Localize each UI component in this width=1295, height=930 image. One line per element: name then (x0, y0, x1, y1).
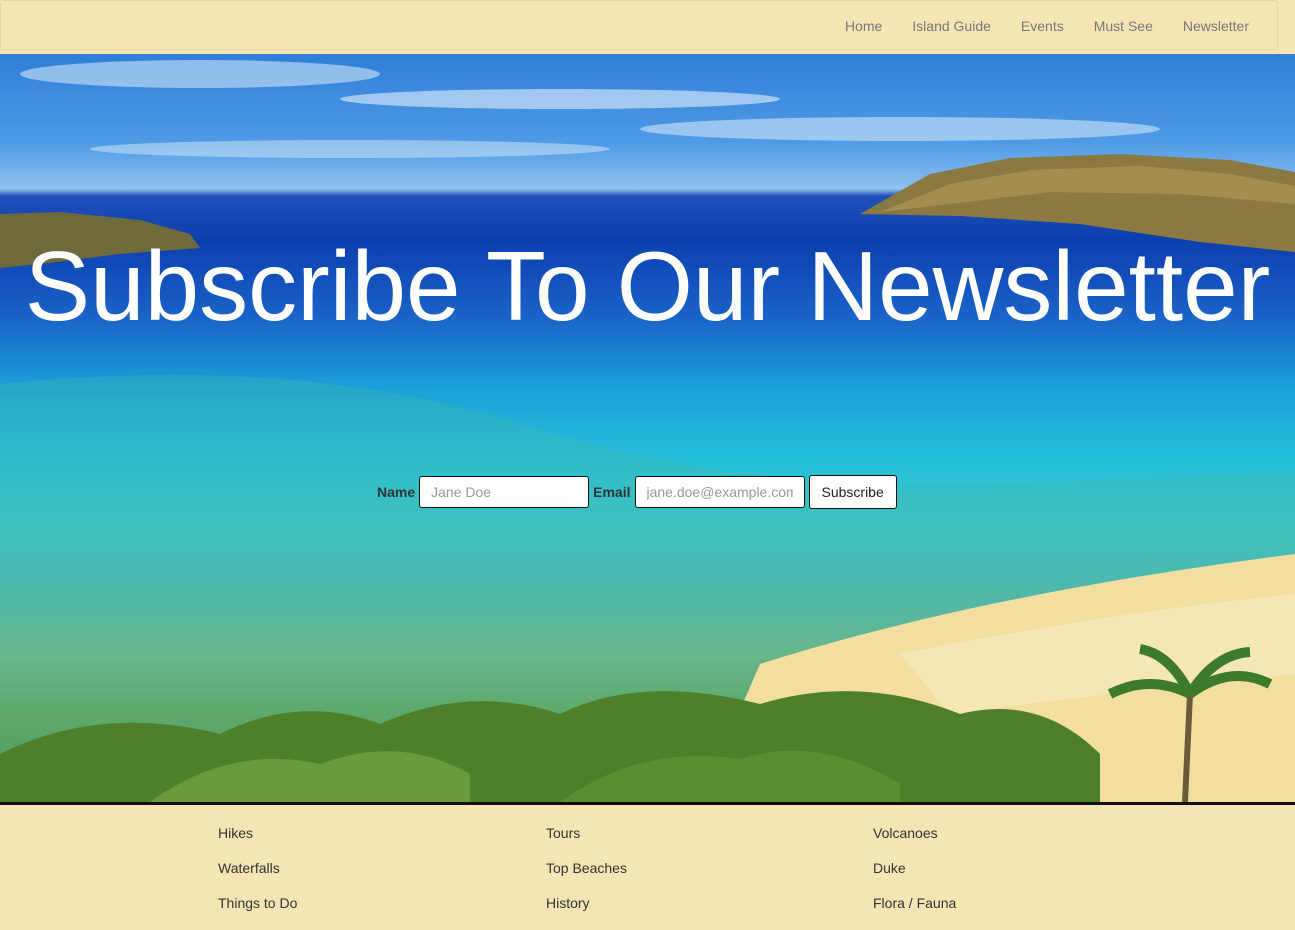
footer-link-duke[interactable]: Duke (873, 860, 956, 895)
name-field[interactable] (419, 476, 590, 508)
subscribe-button[interactable]: Subscribe (808, 475, 897, 509)
nav-links: Home Island Guide Events Must See Newsle… (815, 1, 1249, 51)
email-label: Email (593, 484, 631, 500)
hero-section: Subscribe To Our Newsletter Name Email S… (0, 54, 1295, 802)
top-navbar: Home Island Guide Events Must See Newsle… (0, 0, 1278, 50)
nav-must-see[interactable]: Must See (1094, 18, 1153, 34)
footer-column-3: Volcanoes Duke Flora / Fauna (873, 825, 956, 930)
nav-newsletter[interactable]: Newsletter (1183, 18, 1249, 34)
page-title: Subscribe To Our Newsletter (24, 231, 1271, 341)
beach-background-image (0, 60, 1295, 802)
nav-home[interactable]: Home (845, 18, 882, 34)
footer-link-top-beaches[interactable]: Top Beaches (546, 860, 627, 895)
nav-events[interactable]: Events (1021, 18, 1064, 34)
footer-link-hikes[interactable]: Hikes (218, 825, 297, 860)
footer-link-volcanoes[interactable]: Volcanoes (873, 825, 956, 860)
subscribe-form: Name Email Subscribe (377, 475, 897, 509)
footer-link-waterfalls[interactable]: Waterfalls (218, 860, 297, 895)
footer: Hikes Waterfalls Things to Do Tours Top … (0, 802, 1295, 925)
footer-column-1: Hikes Waterfalls Things to Do (218, 825, 297, 930)
nav-island-guide[interactable]: Island Guide (912, 18, 991, 34)
name-label: Name (377, 484, 416, 500)
footer-link-tours[interactable]: Tours (546, 825, 627, 860)
email-field[interactable] (634, 476, 805, 508)
footer-column-2: Tours Top Beaches History (546, 825, 627, 930)
